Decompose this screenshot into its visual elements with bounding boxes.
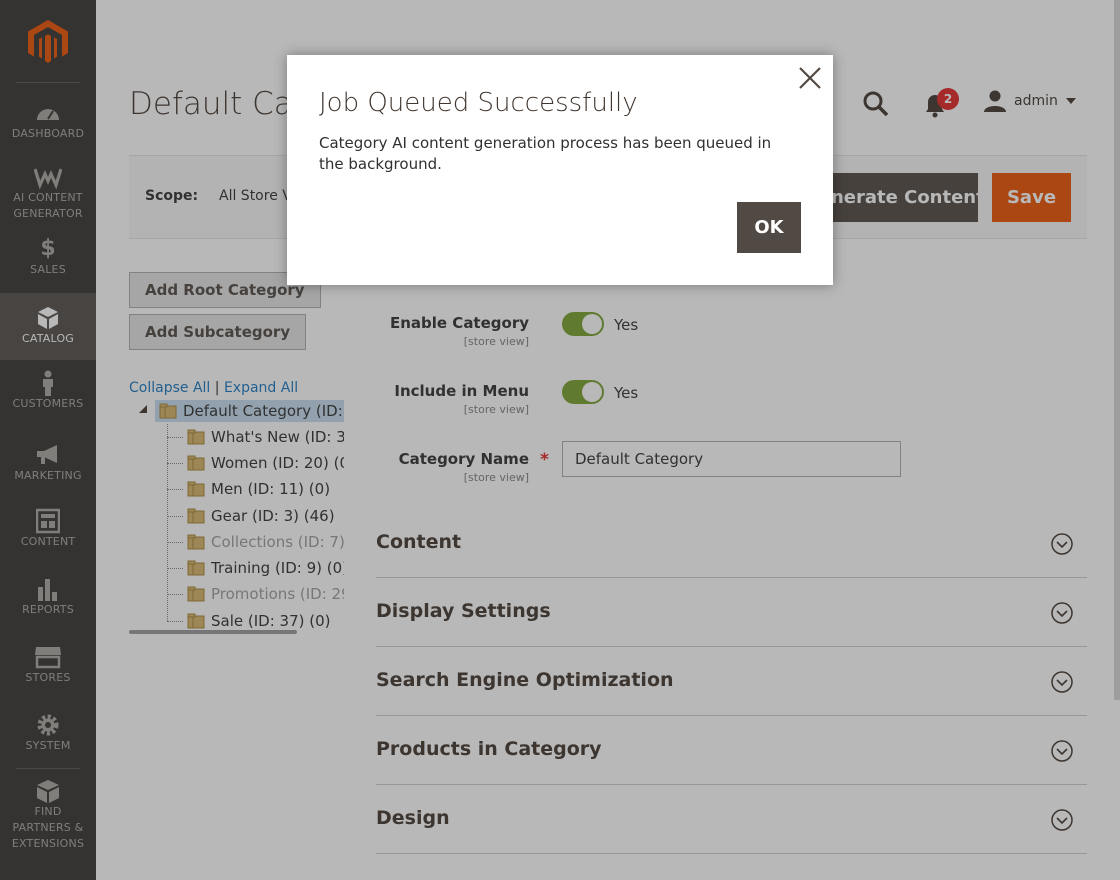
modal-title: Job Queued Successfully [319, 88, 638, 118]
page-scrollbar[interactable] [1114, 0, 1120, 700]
job-queued-modal: Job Queued Successfully Category AI cont… [287, 55, 833, 285]
modal-message: Category AI content generation process h… [319, 134, 772, 173]
close-icon[interactable] [795, 63, 825, 93]
ok-button[interactable]: OK [737, 202, 801, 253]
